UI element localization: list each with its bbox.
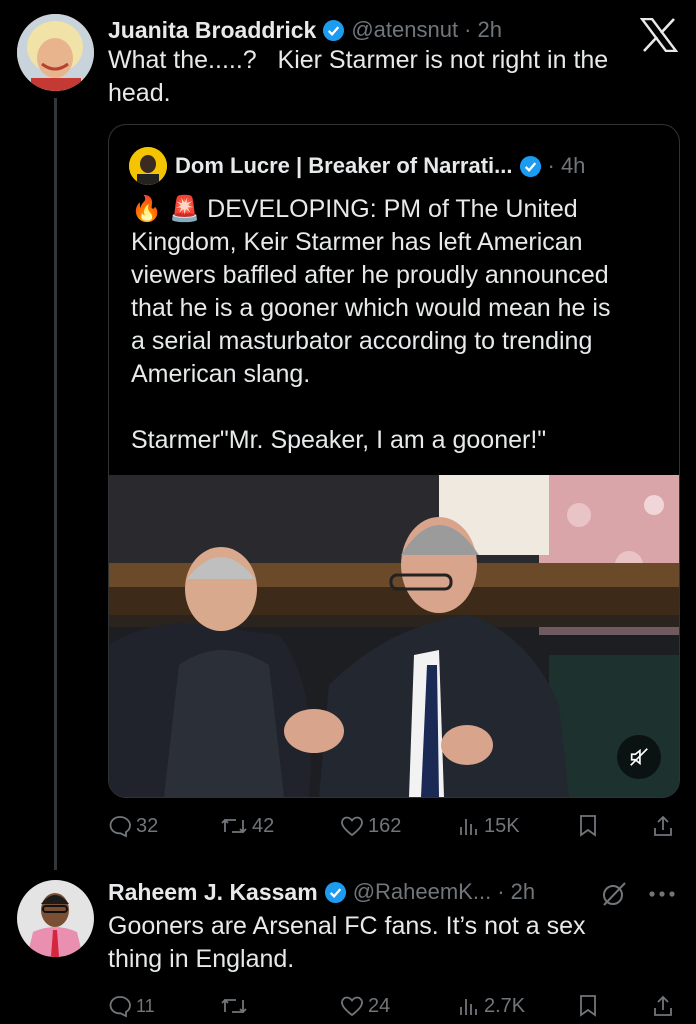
like-icon [341, 816, 363, 837]
reply-author-handle[interactable]: @RaheemK... [353, 879, 492, 905]
bookmark-button[interactable] [578, 814, 598, 838]
reply-count: 11 [136, 995, 155, 1016]
quoted-text-line: Starmer"Mr. Speaker, I am a gooner!" [131, 426, 547, 454]
verified-icon [519, 155, 542, 178]
reply-text-line: thing in England. [108, 945, 295, 973]
repost-icon [221, 818, 247, 834]
reply-button[interactable]: 32 [108, 814, 158, 838]
reply-actions-bar: 11 24 2.7K [108, 990, 676, 1022]
video-player[interactable] [109, 475, 679, 797]
views-button[interactable]: 2.7K [458, 995, 525, 1018]
quoted-text-line: American slang. [131, 360, 311, 388]
post-text-line: head. [108, 79, 171, 107]
emoji-prefix: 🔥 🚨 [131, 195, 201, 223]
quoted-text-line: viewers baffled after he proudly announc… [131, 261, 609, 289]
reply-button[interactable]: 11 [108, 994, 155, 1018]
bookmark-icon [580, 815, 596, 837]
views-count: 2.7K [484, 994, 526, 1017]
quoted-author-avatar [129, 147, 167, 185]
quoted-text-line: Kingdom, Keir Starmer has left American [131, 228, 583, 256]
quoted-text-line: DEVELOPING: PM of The United [207, 195, 578, 223]
like-icon [341, 996, 363, 1017]
repost-button[interactable] [220, 994, 252, 1018]
share-icon [654, 815, 672, 836]
quoted-post-time: · 4h [547, 153, 586, 178]
like-button[interactable]: 24 [340, 995, 390, 1018]
quoted-text-line: a serial masturbator according to trendi… [131, 327, 593, 355]
like-count: 162 [368, 814, 402, 837]
share-icon [654, 995, 672, 1016]
reply-text-line: Gooners are Arsenal FC fans. It’s not a … [108, 912, 586, 940]
quoted-post-card[interactable]: Dom Lucre | Breaker of Narrati... · 4h 🔥… [108, 124, 680, 798]
author-handle[interactable]: @atensnut [351, 17, 458, 43]
views-icon [460, 999, 477, 1015]
thread-line [54, 98, 57, 870]
reply-count: 32 [136, 814, 159, 837]
author-avatar[interactable] [17, 14, 94, 91]
views-icon [460, 819, 477, 835]
verified-icon [322, 19, 345, 42]
grok-icon[interactable] [600, 880, 628, 908]
share-button[interactable] [652, 994, 674, 1018]
mute-icon[interactable] [617, 735, 661, 779]
repost-icon [221, 998, 247, 1014]
video-thumbnail [109, 475, 679, 797]
reply-author-name[interactable]: Raheem J. Kassam [108, 879, 318, 906]
verified-icon [324, 881, 347, 904]
reply-author-avatar[interactable] [17, 880, 94, 957]
bookmark-icon [580, 995, 596, 1017]
like-button[interactable]: 162 [340, 815, 401, 838]
post-actions-bar: 32 42 162 15K [108, 810, 676, 842]
quoted-author-name: Dom Lucre | Breaker of Narrati... [175, 153, 513, 178]
post-time[interactable]: · 2h [464, 17, 502, 43]
reply-post-time[interactable]: · 2h [497, 879, 535, 905]
more-icon[interactable] [648, 890, 676, 898]
reply-icon [109, 996, 131, 1018]
author-name[interactable]: Juanita Broaddrick [108, 17, 316, 44]
views-count: 15K [484, 814, 520, 837]
repost-count: 42 [252, 814, 275, 837]
quoted-text-line: that he is a gooner which would mean he … [131, 294, 611, 322]
like-count: 24 [368, 994, 391, 1017]
post-text-line: What the.....? Kier Starmer is not right… [108, 46, 609, 74]
views-button[interactable]: 15K [458, 815, 520, 838]
share-button[interactable] [652, 814, 674, 838]
reply-icon [109, 816, 131, 838]
repost-button[interactable]: 42 [220, 814, 274, 838]
bookmark-button[interactable] [578, 994, 598, 1018]
